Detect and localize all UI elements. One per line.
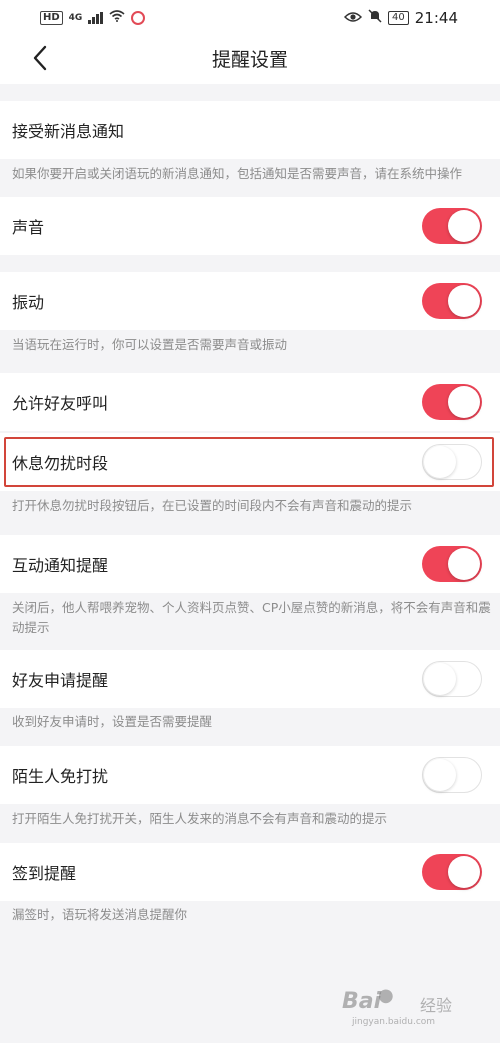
status-bar: HD 4G 40 21:44: [0, 0, 500, 36]
vibration-toggle[interactable]: [422, 283, 482, 319]
description-interaction: 关闭后，他人帮喂养宠物、个人资料页点赞、CP小屋点赞的新消息，将不会有声音和震动…: [12, 600, 491, 635]
toggle-knob: [448, 548, 480, 580]
hd-badge: HD: [40, 11, 63, 25]
setting-label: 声音: [12, 218, 45, 237]
sound-toggle[interactable]: [422, 208, 482, 244]
alarm-app-icon: [131, 11, 146, 25]
description-vibration: 当语玩在运行时，你可以设置是否需要声音或振动: [12, 337, 288, 352]
toggle-knob: [424, 663, 456, 695]
setting-row-friend-request: 好友申请提醒: [0, 650, 500, 708]
setting-row-friend-call: 允许好友呼叫: [0, 373, 500, 431]
page-title: 提醒设置: [211, 49, 288, 71]
setting-label: 允许好友呼叫: [12, 394, 109, 413]
eye-icon: [343, 9, 363, 27]
stranger-toggle[interactable]: [422, 757, 482, 793]
network-type: 4G: [68, 13, 83, 23]
watermark: Bai ● 经验 jingyan.baidu.com: [342, 985, 482, 1033]
toggle-knob: [448, 386, 480, 418]
setting-row-vibration: 振动: [0, 272, 500, 330]
description-dnd: 打开休息勿扰时段按钮后，在已设置的时间段内不会有声音和震动的提示: [12, 498, 413, 513]
setting-label: 好友申请提醒: [12, 671, 109, 690]
setting-row-stranger: 陌生人免打扰: [0, 746, 500, 804]
interaction-toggle[interactable]: [422, 546, 482, 582]
signal-icon: [88, 12, 104, 24]
setting-row-checkin: 签到提醒: [0, 843, 500, 901]
toggle-knob: [424, 446, 456, 478]
description-checkin: 漏签时，语玩将发送消息提醒你: [12, 907, 188, 922]
watermark-url: jingyan.baidu.com: [352, 1017, 436, 1027]
watermark-site: 经验: [420, 996, 453, 1015]
status-bar-left: HD 4G: [40, 10, 146, 26]
dnd-toggle[interactable]: [422, 444, 482, 480]
setting-label: 签到提醒: [12, 864, 77, 883]
setting-row-new-message[interactable]: 接受新消息通知: [0, 101, 500, 159]
setting-label: 陌生人免打扰: [12, 767, 109, 786]
setting-label: 振动: [12, 293, 45, 312]
toggle-knob: [448, 210, 480, 242]
status-bar-right: 40 21:44: [343, 9, 458, 27]
toggle-knob: [448, 285, 480, 317]
battery-icon: 40: [388, 11, 409, 25]
description-stranger: 打开陌生人免打扰开关，陌生人发来的消息不会有声音和震动的提示: [12, 811, 388, 826]
nav-bar: 提醒设置: [0, 36, 500, 84]
toggle-knob: [448, 856, 480, 888]
setting-row-dnd: 休息勿扰时段: [0, 433, 500, 491]
paw-icon: ●: [378, 985, 394, 1006]
checkin-toggle[interactable]: [422, 854, 482, 890]
setting-label: 互动通知提醒: [12, 556, 109, 575]
friend-request-toggle[interactable]: [422, 661, 482, 697]
friend-call-toggle[interactable]: [422, 384, 482, 420]
setting-label: 接受新消息通知: [12, 122, 125, 141]
setting-row-sound: 声音: [0, 197, 500, 255]
description-friend-request: 收到好友申请时，设置是否需要提醒: [12, 714, 213, 729]
toggle-knob: [424, 759, 456, 791]
bell-off-icon: [368, 9, 382, 27]
setting-row-interaction: 互动通知提醒: [0, 535, 500, 593]
wifi-icon: [109, 10, 125, 26]
watermark-logo: Bai: [342, 989, 382, 1014]
description-new-message: 如果你要开启或关闭语玩的新消息通知，包括通知是否需要声音，请在系统中操作: [12, 166, 463, 181]
setting-label: 休息勿扰时段: [12, 454, 109, 473]
status-time: 21:44: [414, 9, 458, 27]
